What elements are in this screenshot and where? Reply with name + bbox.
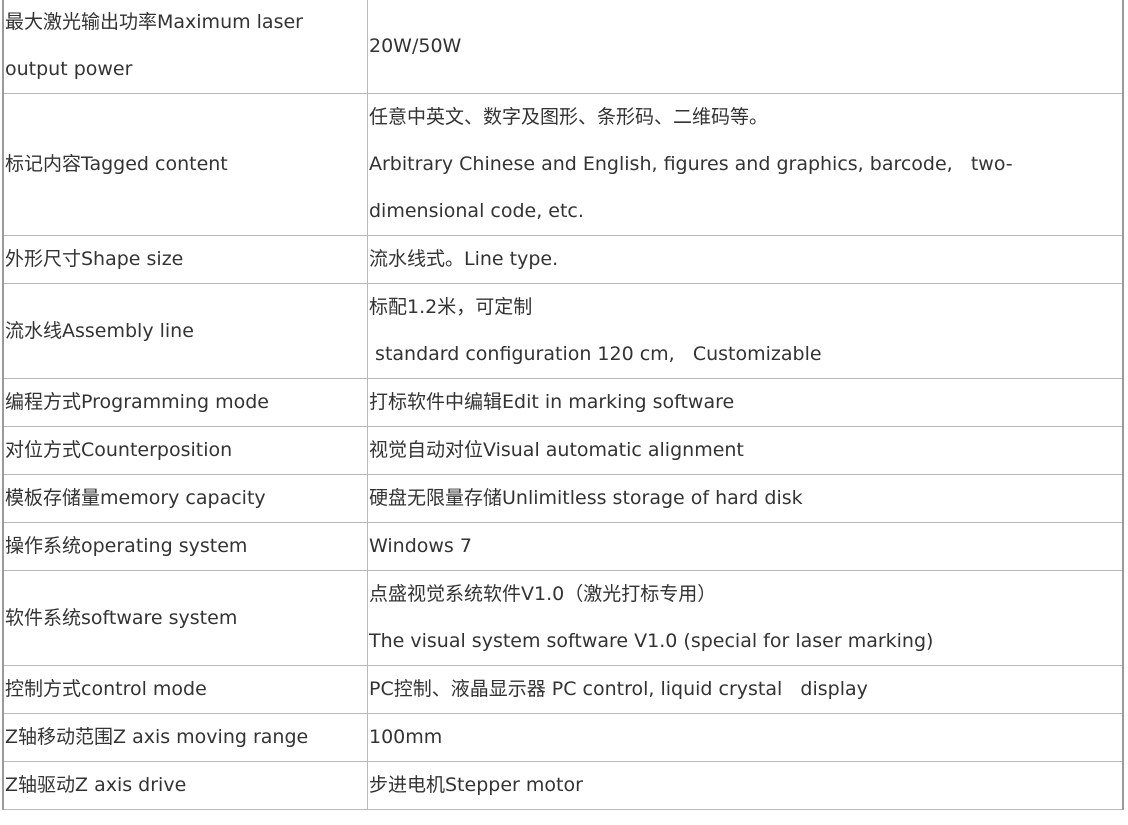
row-value-cell: 100mm: [367, 713, 1124, 762]
row-value-text: 流水线式。Line type.: [369, 248, 559, 270]
row-label-text: output power: [5, 58, 133, 80]
table-row: 流水线Assembly line 标配1.2米，可定制 standard con…: [2, 283, 1124, 379]
table-row: 外形尺寸Shape size 流水线式。Line type.: [2, 235, 1124, 284]
row-label-text: Z轴驱动Z axis drive: [5, 774, 187, 796]
row-value-text: 任意中英文、数字及图形、条形码、二维码等。: [369, 106, 769, 128]
table-row: 最大激光输出功率Maximum laser output power 20W/5…: [2, 0, 1124, 94]
row-value-cell: PC控制、液晶显示器 PC control, liquid crystal di…: [367, 665, 1124, 714]
row-value-cell: 硬盘无限量存储Unlimitless storage of hard disk: [367, 474, 1124, 523]
row-value-text: Windows 7: [369, 535, 472, 557]
table-row: 控制方式control mode PC控制、液晶显示器 PC control, …: [2, 665, 1124, 714]
row-value-text: 点盛视觉系统软件V1.0（激光打标专用）: [369, 583, 717, 605]
row-value-text: PC控制、液晶显示器 PC control, liquid crystal di…: [369, 678, 868, 700]
row-value-text: 视觉自动对位Visual automatic alignment: [369, 439, 744, 461]
row-value-text: The visual system software V1.0 (special…: [369, 630, 934, 652]
row-label-text: 最大激光输出功率Maximum laser: [5, 11, 303, 33]
row-label-cell: 流水线Assembly line: [2, 283, 368, 379]
row-label-cell: 外形尺寸Shape size: [2, 235, 368, 284]
row-value-cell: 打标软件中编辑Edit in marking software: [367, 378, 1124, 427]
row-value-text: 标配1.2米，可定制: [369, 296, 533, 318]
row-value-cell: 流水线式。Line type.: [367, 235, 1124, 284]
row-label-cell: 标记内容Tagged content: [2, 93, 368, 236]
table-row: 软件系统software system 点盛视觉系统软件V1.0（激光打标专用）…: [2, 570, 1124, 666]
row-label-cell: 对位方式Counterposition: [2, 426, 368, 475]
row-value-text: Arbitrary Chinese and English, figures a…: [369, 153, 1013, 175]
row-label-text: 流水线Assembly line: [5, 319, 194, 342]
row-value-cell: 标配1.2米，可定制 standard configuration 120 cm…: [367, 283, 1124, 379]
row-value-text: dimensional code, etc.: [369, 200, 584, 222]
spec-table-body: 最大激光输出功率Maximum laser output power 20W/5…: [2, 0, 1124, 810]
row-value-cell: 任意中英文、数字及图形、条形码、二维码等。 Arbitrary Chinese …: [367, 93, 1124, 236]
row-value-cell: Windows 7: [367, 522, 1124, 571]
table-row: 标记内容Tagged content 任意中英文、数字及图形、条形码、二维码等。…: [2, 93, 1124, 236]
table-row: 对位方式Counterposition 视觉自动对位Visual automat…: [2, 426, 1124, 475]
row-label-cell: Z轴驱动Z axis drive: [2, 761, 368, 810]
row-value-text: 20W/50W: [369, 34, 462, 57]
table-row: Z轴驱动Z axis drive 步进电机Stepper motor: [2, 761, 1124, 810]
table-row: 编程方式Programming mode 打标软件中编辑Edit in mark…: [2, 378, 1124, 427]
spec-table: 最大激光输出功率Maximum laser output power 20W/5…: [2, 0, 1124, 810]
table-row: 模板存储量memory capacity 硬盘无限量存储Unlimitless …: [2, 474, 1124, 523]
row-label-text: 标记内容Tagged content: [5, 153, 228, 175]
row-label-text: 控制方式control mode: [5, 678, 207, 700]
row-label-text: 编程方式Programming mode: [5, 391, 269, 413]
row-value-cell: 点盛视觉系统软件V1.0（激光打标专用） The visual system s…: [367, 570, 1124, 666]
row-label-text: 软件系统software system: [5, 606, 238, 629]
table-row: Z轴移动范围Z axis moving range 100mm: [2, 713, 1124, 762]
row-value-text: 步进电机Stepper motor: [369, 774, 583, 796]
row-value-cell: 视觉自动对位Visual automatic alignment: [367, 426, 1124, 475]
row-label-cell: 控制方式control mode: [2, 665, 368, 714]
row-value-cell: 20W/50W: [367, 0, 1124, 94]
row-label-cell: 最大激光输出功率Maximum laser output power: [2, 0, 368, 94]
row-label-cell: 模板存储量memory capacity: [2, 474, 368, 523]
row-label-text: Z轴移动范围Z axis moving range: [5, 726, 309, 748]
row-label-cell: 软件系统software system: [2, 570, 368, 666]
row-label-text: 对位方式Counterposition: [5, 439, 233, 461]
row-label-text: 外形尺寸Shape size: [5, 248, 184, 270]
row-value-cell: 步进电机Stepper motor: [367, 761, 1124, 810]
row-label-text: 操作系统operating system: [5, 535, 248, 557]
table-row: 操作系统operating system Windows 7: [2, 522, 1124, 571]
row-label-cell: 编程方式Programming mode: [2, 378, 368, 427]
row-label-text: 模板存储量memory capacity: [5, 487, 266, 509]
row-value-text: 打标软件中编辑Edit in marking software: [369, 391, 735, 413]
row-value-text: 硬盘无限量存储Unlimitless storage of hard disk: [369, 487, 803, 509]
row-label-cell: Z轴移动范围Z axis moving range: [2, 713, 368, 762]
row-label-cell: 操作系统operating system: [2, 522, 368, 571]
row-value-text: standard configuration 120 cm, Customiza…: [369, 343, 822, 365]
row-value-text: 100mm: [369, 726, 443, 748]
